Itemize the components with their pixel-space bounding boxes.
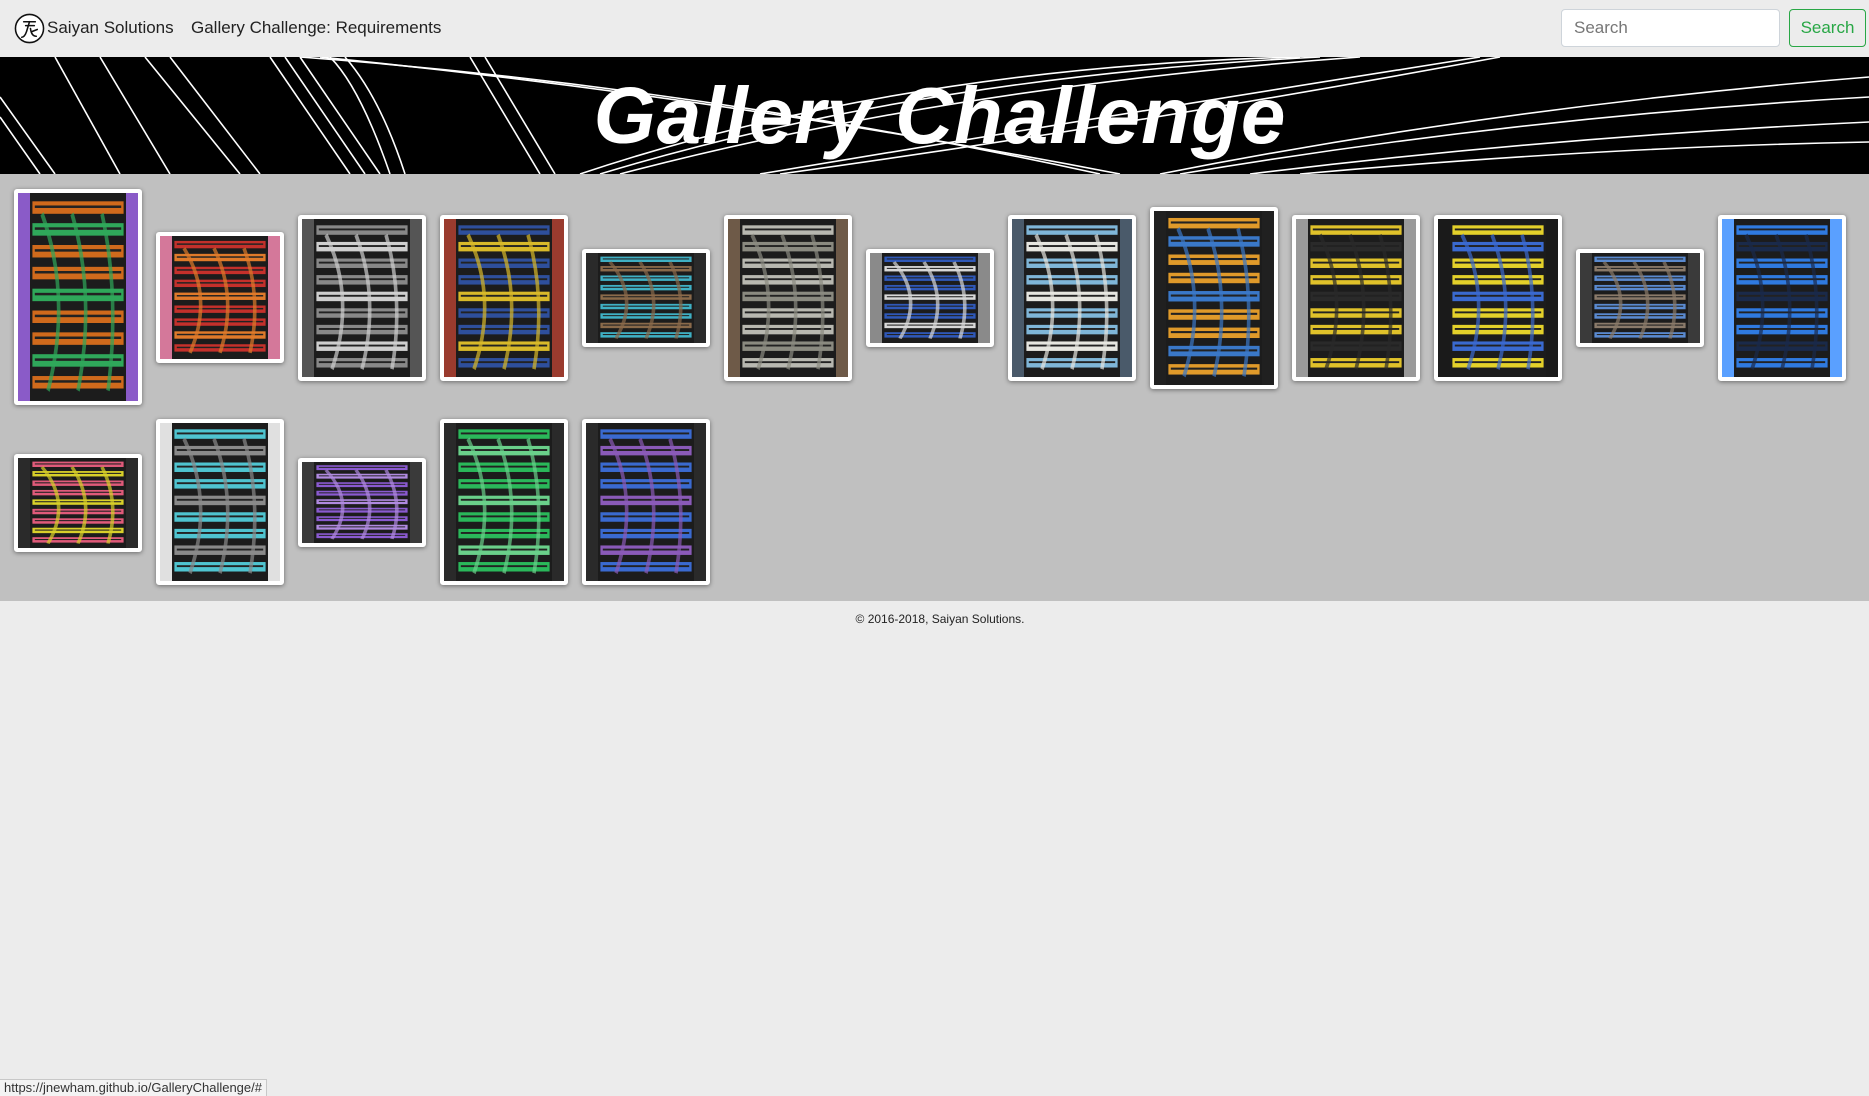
gallery-thumbnail[interactable] bbox=[1150, 207, 1278, 389]
gallery-image bbox=[1012, 219, 1132, 377]
gallery-thumbnail[interactable] bbox=[440, 215, 568, 381]
gallery-image bbox=[302, 462, 422, 543]
gallery-image bbox=[18, 458, 138, 548]
gallery-image bbox=[444, 219, 564, 377]
gallery-image bbox=[1722, 219, 1842, 377]
gallery-image bbox=[1296, 219, 1416, 377]
gallery-thumbnail[interactable] bbox=[582, 249, 710, 347]
gallery-image bbox=[1438, 219, 1558, 377]
gallery-thumbnail[interactable] bbox=[1576, 249, 1704, 347]
gallery-image bbox=[302, 219, 422, 377]
gallery-image bbox=[1580, 253, 1700, 343]
gallery bbox=[0, 174, 1869, 601]
status-bar-url: https://jnewham.github.io/GalleryChallen… bbox=[0, 1079, 267, 1096]
gallery-image bbox=[160, 236, 280, 359]
gallery-thumbnail[interactable] bbox=[156, 232, 284, 363]
gallery-image bbox=[18, 193, 138, 401]
gallery-thumbnail[interactable] bbox=[156, 419, 284, 585]
gallery-thumbnail[interactable] bbox=[14, 189, 142, 405]
gallery-image bbox=[1154, 211, 1274, 385]
gallery-thumbnail[interactable] bbox=[866, 249, 994, 347]
gallery-image bbox=[728, 219, 848, 377]
gallery-thumbnail[interactable] bbox=[582, 419, 710, 585]
gallery-image bbox=[444, 423, 564, 581]
gallery-thumbnail[interactable] bbox=[1292, 215, 1420, 381]
gallery-thumbnail[interactable] bbox=[724, 215, 852, 381]
nav-link-requirements[interactable]: Gallery Challenge: Requirements bbox=[191, 18, 441, 38]
search-button[interactable]: Search bbox=[1789, 9, 1866, 47]
search-input[interactable] bbox=[1561, 9, 1780, 47]
gallery-thumbnail[interactable] bbox=[14, 454, 142, 552]
gallery-image bbox=[160, 423, 280, 581]
banner-title: Gallery Challenge bbox=[593, 71, 1287, 160]
gallery-image bbox=[586, 253, 706, 343]
gallery-image bbox=[586, 423, 706, 581]
gallery-thumbnail[interactable] bbox=[1008, 215, 1136, 381]
gallery-thumbnail[interactable] bbox=[298, 215, 426, 381]
banner: Gallery Challenge bbox=[0, 57, 1869, 174]
gallery-thumbnail[interactable] bbox=[298, 458, 426, 547]
gallery-thumbnail[interactable] bbox=[440, 419, 568, 585]
gallery-thumbnail[interactable] bbox=[1434, 215, 1562, 381]
navbar: Saiyan Solutions Gallery Challenge: Requ… bbox=[0, 0, 1869, 57]
gallery-image bbox=[870, 253, 990, 343]
gallery-thumbnail[interactable] bbox=[1718, 215, 1846, 381]
brand-link[interactable]: Saiyan Solutions bbox=[47, 18, 174, 38]
footer-copyright: © 2016-2018, Saiyan Solutions. bbox=[855, 612, 1025, 626]
saiyan-logo-icon[interactable] bbox=[14, 13, 45, 44]
